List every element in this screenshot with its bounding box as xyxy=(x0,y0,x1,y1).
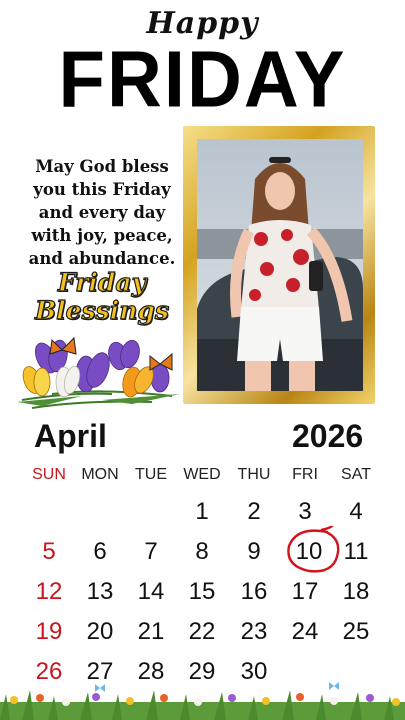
message-line: with joy, peace, xyxy=(31,226,173,245)
calendar-day: 14 xyxy=(137,578,165,605)
calendar-day: 25 xyxy=(342,618,370,645)
message-line: and abundance. xyxy=(28,249,176,268)
calendar-day-sunday: 12 xyxy=(35,578,63,605)
blessing-message: May God bless you this Friday and every … xyxy=(14,155,190,270)
weekday-tue: TUE xyxy=(135,466,167,483)
weekday-fri: FRI xyxy=(292,466,318,483)
calendar-day: 9 xyxy=(247,538,261,565)
weekday-mon: MON xyxy=(81,466,119,483)
calendar-day: 24 xyxy=(291,618,319,645)
calendar-year: 2026 xyxy=(292,418,364,454)
message-line: you this Friday xyxy=(33,180,171,199)
friday-heading: FRIDAY xyxy=(58,34,347,125)
weekday-wed: WED xyxy=(183,466,221,483)
woman-car-photo xyxy=(197,139,363,391)
flower-meadow-border-icon xyxy=(0,682,405,720)
today-circle-icon xyxy=(287,526,340,573)
weekday-sun: SUN xyxy=(32,466,66,483)
calendar-day: 13 xyxy=(86,578,114,605)
calendar-day: 3 xyxy=(298,498,312,525)
message-line: May God bless xyxy=(35,157,169,176)
calendar-day: 20 xyxy=(86,618,114,645)
crocus-flowers-icon xyxy=(17,336,180,409)
calendar-day: 16 xyxy=(240,578,268,605)
calendar-day: 4 xyxy=(349,498,363,525)
calendar-day: 6 xyxy=(93,538,107,565)
message-line: and every day xyxy=(38,203,166,222)
calendar-month: April xyxy=(34,418,107,454)
friday-blessings-title: Friday xyxy=(57,267,147,297)
friday-blessings-subtitle: Blessings xyxy=(34,295,169,325)
calendar-day: 18 xyxy=(342,578,370,605)
calendar-day-sunday: 5 xyxy=(42,538,56,565)
calendar-day: 8 xyxy=(195,538,209,565)
calendar-day-sunday: 19 xyxy=(35,618,63,645)
calendar-day: 2 xyxy=(247,498,261,525)
calendar-day: 17 xyxy=(291,578,319,605)
weekday-sat: SAT xyxy=(341,466,371,483)
weekday-thu: THU xyxy=(237,466,271,483)
calendar-day: 15 xyxy=(188,578,216,605)
calendar-day: 21 xyxy=(137,618,165,645)
calendar-day: 1 xyxy=(195,498,209,525)
calendar-day: 23 xyxy=(240,618,268,645)
calendar-day: 7 xyxy=(144,538,158,565)
calendar-day: 22 xyxy=(188,618,216,645)
